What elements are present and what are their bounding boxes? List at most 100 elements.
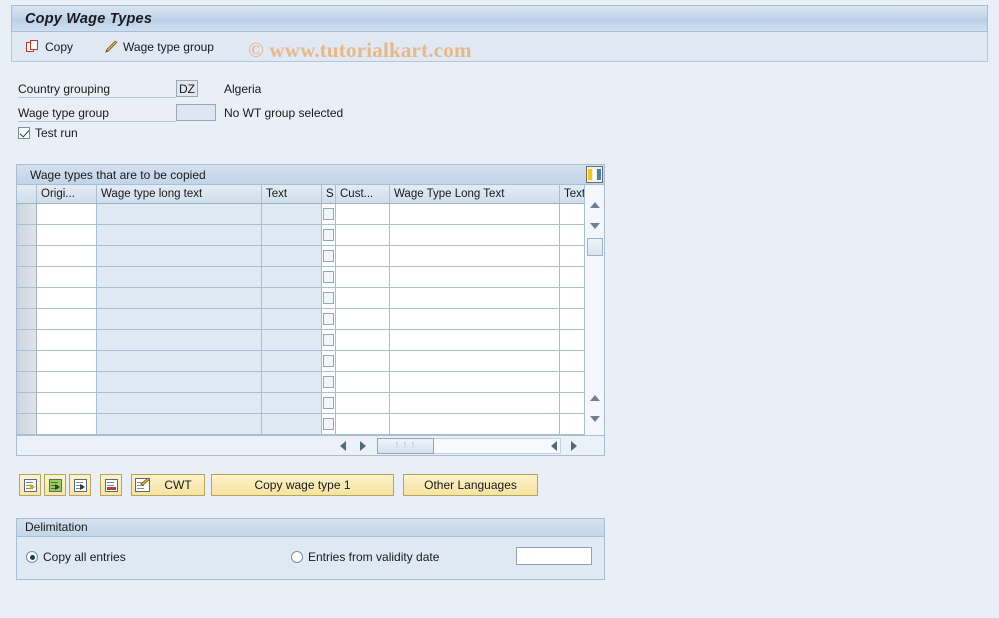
table-cell[interactable] (97, 288, 262, 309)
scroll-up-icon[interactable] (587, 197, 603, 212)
table-row[interactable] (17, 267, 604, 288)
row-checkbox-cell[interactable] (322, 246, 336, 267)
table-cell[interactable] (336, 351, 390, 372)
table-cell[interactable] (97, 246, 262, 267)
table-cell[interactable] (97, 225, 262, 246)
table-row[interactable] (17, 225, 604, 246)
copy-button[interactable]: Copy (18, 35, 81, 59)
row-checkbox[interactable] (323, 271, 334, 283)
table-cell[interactable] (390, 372, 560, 393)
grid-column-header-6[interactable]: Wage Type Long Text (390, 185, 560, 203)
vertical-scroll-thumb[interactable] (587, 238, 603, 256)
row-checkbox[interactable] (323, 397, 334, 409)
row-selector-cell[interactable] (17, 393, 37, 414)
row-checkbox-cell[interactable] (322, 414, 336, 435)
row-checkbox[interactable] (323, 355, 334, 367)
table-cell[interactable] (336, 225, 390, 246)
table-row[interactable] (17, 330, 604, 351)
test-run-row[interactable]: Test run (18, 126, 78, 140)
grid-column-header-1[interactable]: Origi... (37, 185, 97, 203)
table-cell[interactable] (37, 351, 97, 372)
row-selector-cell[interactable] (17, 309, 37, 330)
table-cell[interactable] (97, 351, 262, 372)
table-cell[interactable] (97, 330, 262, 351)
table-row[interactable] (17, 351, 604, 372)
table-cell[interactable] (262, 351, 322, 372)
wage-type-group-input[interactable] (176, 104, 216, 121)
row-checkbox-cell[interactable] (322, 288, 336, 309)
table-cell[interactable] (390, 414, 560, 435)
scroll-down-icon[interactable] (587, 218, 603, 233)
table-cell[interactable] (262, 414, 322, 435)
table-cell[interactable] (390, 309, 560, 330)
row-checkbox[interactable] (323, 418, 334, 430)
scroll-up-bottom-icon[interactable] (587, 390, 603, 405)
row-checkbox-cell[interactable] (322, 393, 336, 414)
row-checkbox-cell[interactable] (322, 267, 336, 288)
column-settings-icon[interactable] (586, 166, 603, 183)
table-cell[interactable] (97, 309, 262, 330)
row-selector-cell[interactable] (17, 267, 37, 288)
copy-entry-button[interactable] (19, 474, 41, 496)
table-cell[interactable] (390, 267, 560, 288)
table-cell[interactable] (97, 393, 262, 414)
table-cell[interactable] (336, 246, 390, 267)
row-checkbox[interactable] (323, 208, 334, 220)
grid-column-header-2[interactable]: Wage type long text (97, 185, 262, 203)
row-selector-cell[interactable] (17, 330, 37, 351)
table-cell[interactable] (262, 267, 322, 288)
table-row[interactable] (17, 414, 604, 435)
table-cell[interactable] (37, 393, 97, 414)
test-run-checkbox[interactable] (18, 127, 30, 139)
grid-column-header-0[interactable] (17, 185, 37, 203)
grid-column-header-5[interactable]: Cust... (336, 185, 390, 203)
row-selector-cell[interactable] (17, 288, 37, 309)
grid-horizontal-scrollbar[interactable]: ⋮⋮⋮ (17, 435, 604, 455)
table-row[interactable] (17, 246, 604, 267)
table-cell[interactable] (336, 267, 390, 288)
grid-column-header-4[interactable]: S (322, 185, 336, 203)
grid-vertical-scrollbar[interactable] (584, 166, 604, 455)
row-checkbox[interactable] (323, 292, 334, 304)
delete-entry-button[interactable] (100, 474, 122, 496)
table-cell[interactable] (336, 309, 390, 330)
country-grouping-input[interactable] (176, 80, 198, 97)
table-row[interactable] (17, 309, 604, 330)
row-selector-cell[interactable] (17, 351, 37, 372)
table-cell[interactable] (97, 372, 262, 393)
row-checkbox-cell[interactable] (322, 351, 336, 372)
row-checkbox-cell[interactable] (322, 330, 336, 351)
validity-date-input[interactable] (516, 547, 592, 565)
table-cell[interactable] (262, 393, 322, 414)
row-checkbox[interactable] (323, 313, 334, 325)
grid-column-header-3[interactable]: Text (262, 185, 322, 203)
wage-type-group-button[interactable]: Wage type group (97, 35, 222, 59)
copy-all-entries-option[interactable]: Copy all entries (26, 550, 126, 564)
row-selector-cell[interactable] (17, 225, 37, 246)
table-cell[interactable] (336, 372, 390, 393)
table-cell[interactable] (97, 267, 262, 288)
scroll-right-icon[interactable] (355, 439, 371, 453)
table-cell[interactable] (390, 330, 560, 351)
table-cell[interactable] (37, 204, 97, 225)
entries-from-validity-date-option[interactable]: Entries from validity date (291, 550, 439, 564)
copy-all-entries-radio[interactable] (26, 551, 38, 563)
table-cell[interactable] (390, 246, 560, 267)
row-checkbox[interactable] (323, 250, 334, 262)
row-checkbox-cell[interactable] (322, 309, 336, 330)
table-cell[interactable] (262, 246, 322, 267)
copy-wage-type-button[interactable]: Copy wage type 1 (211, 474, 394, 496)
table-cell[interactable] (37, 246, 97, 267)
table-row[interactable] (17, 204, 604, 225)
row-checkbox-cell[interactable] (322, 372, 336, 393)
row-selector-cell[interactable] (17, 246, 37, 267)
row-checkbox-cell[interactable] (322, 225, 336, 246)
other-languages-button[interactable]: Other Languages (403, 474, 538, 496)
row-selector-cell[interactable] (17, 372, 37, 393)
table-row[interactable] (17, 372, 604, 393)
table-cell[interactable] (37, 288, 97, 309)
table-cell[interactable] (97, 414, 262, 435)
table-row[interactable] (17, 288, 604, 309)
table-cell[interactable] (390, 225, 560, 246)
table-cell[interactable] (262, 309, 322, 330)
